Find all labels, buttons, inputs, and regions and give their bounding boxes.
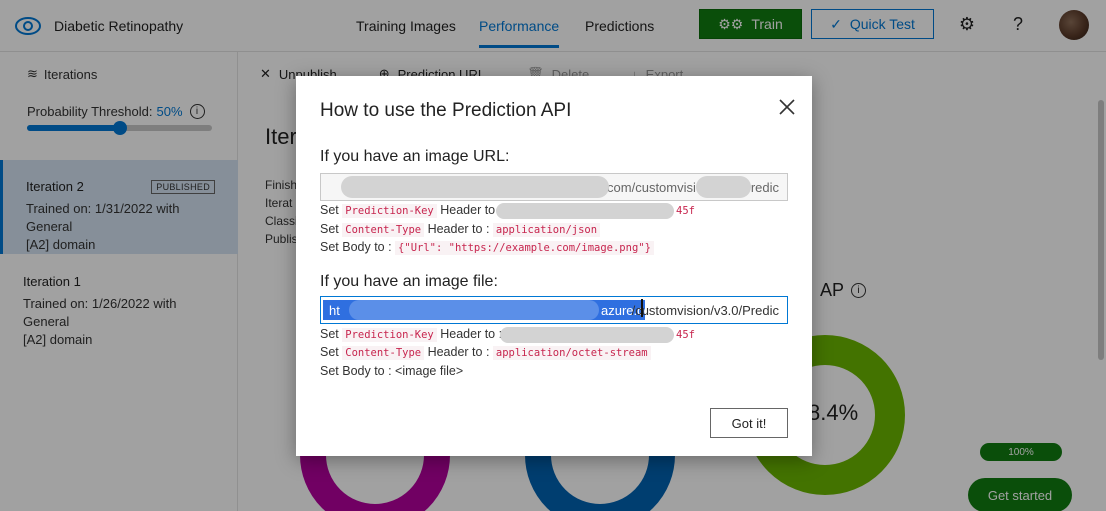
image-file-endpoint-field[interactable]: ht azure.com /customvision/v3.0/Predic (320, 296, 788, 324)
redaction-mask (349, 300, 599, 320)
file-content-type-line: Set Content-Type Header to : application… (320, 345, 651, 361)
url-prediction-key-line: Set Prediction-Key Header to : (320, 203, 503, 218)
redaction-mask (496, 203, 674, 219)
url-body-line: Set Body to : {"Url": "https://example.c… (320, 240, 654, 256)
redaction-mask (696, 176, 751, 198)
prediction-api-dialog: How to use the Prediction API If you hav… (296, 76, 812, 456)
redaction-mask (500, 327, 674, 343)
image-url-endpoint-field[interactable]: .cognitiveservices.azure.com/customvisio… (320, 173, 788, 201)
image-url-heading: If you have an image URL: (320, 148, 510, 165)
file-body-line: Set Body to : <image file> (320, 364, 464, 378)
got-it-button[interactable]: Got it! (710, 408, 788, 438)
image-file-heading: If you have an image file: (320, 273, 498, 290)
url-content-type-line: Set Content-Type Header to : application… (320, 222, 601, 238)
redaction-mask (341, 176, 609, 198)
file-prediction-key-line: Set Prediction-Key Header to : (320, 327, 503, 342)
text-cursor-icon (641, 299, 643, 317)
dialog-title: How to use the Prediction API (320, 100, 572, 121)
close-icon[interactable] (776, 96, 798, 118)
